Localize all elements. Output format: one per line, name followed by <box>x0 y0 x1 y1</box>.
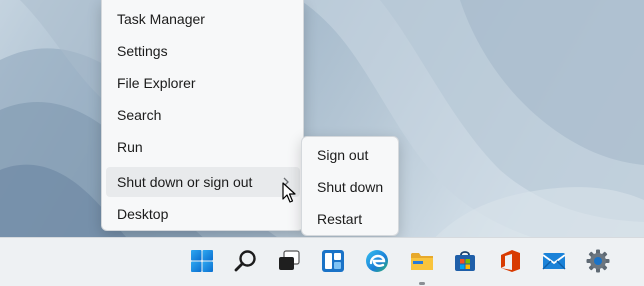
settings-button[interactable] <box>585 248 611 274</box>
menu-item-label: File Explorer <box>117 75 196 91</box>
task-view-button[interactable] <box>276 248 302 274</box>
microsoft-store-button[interactable] <box>452 248 478 274</box>
office-button[interactable] <box>497 248 523 274</box>
menu-item-search[interactable]: Search <box>106 100 300 130</box>
menu-item-desktop[interactable]: Desktop <box>106 199 300 229</box>
submenu-item-label: Shut down <box>317 179 384 195</box>
submenu-item-sign-out[interactable]: Sign out <box>306 141 394 169</box>
running-app-indicator <box>419 282 425 285</box>
menu-item-label: Task Manager <box>117 11 205 27</box>
file-explorer-icon <box>411 253 433 270</box>
widgets-icon <box>322 250 344 272</box>
file-explorer-button[interactable] <box>409 248 435 274</box>
menu-item-file-explorer[interactable]: File Explorer <box>106 68 300 98</box>
submenu-item-shut-down[interactable]: Shut down <box>306 173 394 201</box>
menu-item-task-manager[interactable]: Task Manager <box>106 4 300 34</box>
menu-item-run[interactable]: Run <box>106 132 300 162</box>
submenu-item-restart[interactable]: Restart <box>306 205 394 233</box>
task-view-icon <box>279 250 300 270</box>
menu-item-label: Search <box>117 107 162 123</box>
mouse-pointer-icon <box>282 182 296 203</box>
power-user-menu: Task Manager Settings File Explorer Sear… <box>101 0 304 231</box>
taskbar <box>0 237 644 286</box>
menu-item-shut-down-or-sign-out[interactable]: Shut down or sign out <box>106 167 300 197</box>
submenu-item-label: Restart <box>317 211 363 227</box>
menu-item-label: Shut down or sign out <box>117 174 253 190</box>
menu-item-label: Run <box>117 139 143 155</box>
office-icon <box>501 250 520 272</box>
edge-button[interactable] <box>364 248 390 274</box>
edge-browser-icon <box>366 250 388 272</box>
menu-item-label: Settings <box>117 43 168 59</box>
start-icon <box>191 250 213 272</box>
shut-down-submenu: Sign out Shut down Restart <box>301 136 399 236</box>
submenu-item-label: Sign out <box>317 147 369 163</box>
search-button[interactable] <box>233 248 259 274</box>
search-icon <box>234 250 256 272</box>
menu-item-label: Desktop <box>117 206 169 222</box>
start-button[interactable] <box>189 248 215 274</box>
menu-item-settings[interactable]: Settings <box>106 36 300 66</box>
settings-gear-icon <box>586 249 610 273</box>
mail-icon <box>542 253 566 270</box>
mail-button[interactable] <box>541 248 567 274</box>
widgets-button[interactable] <box>320 248 346 274</box>
microsoft-store-icon <box>455 251 475 271</box>
